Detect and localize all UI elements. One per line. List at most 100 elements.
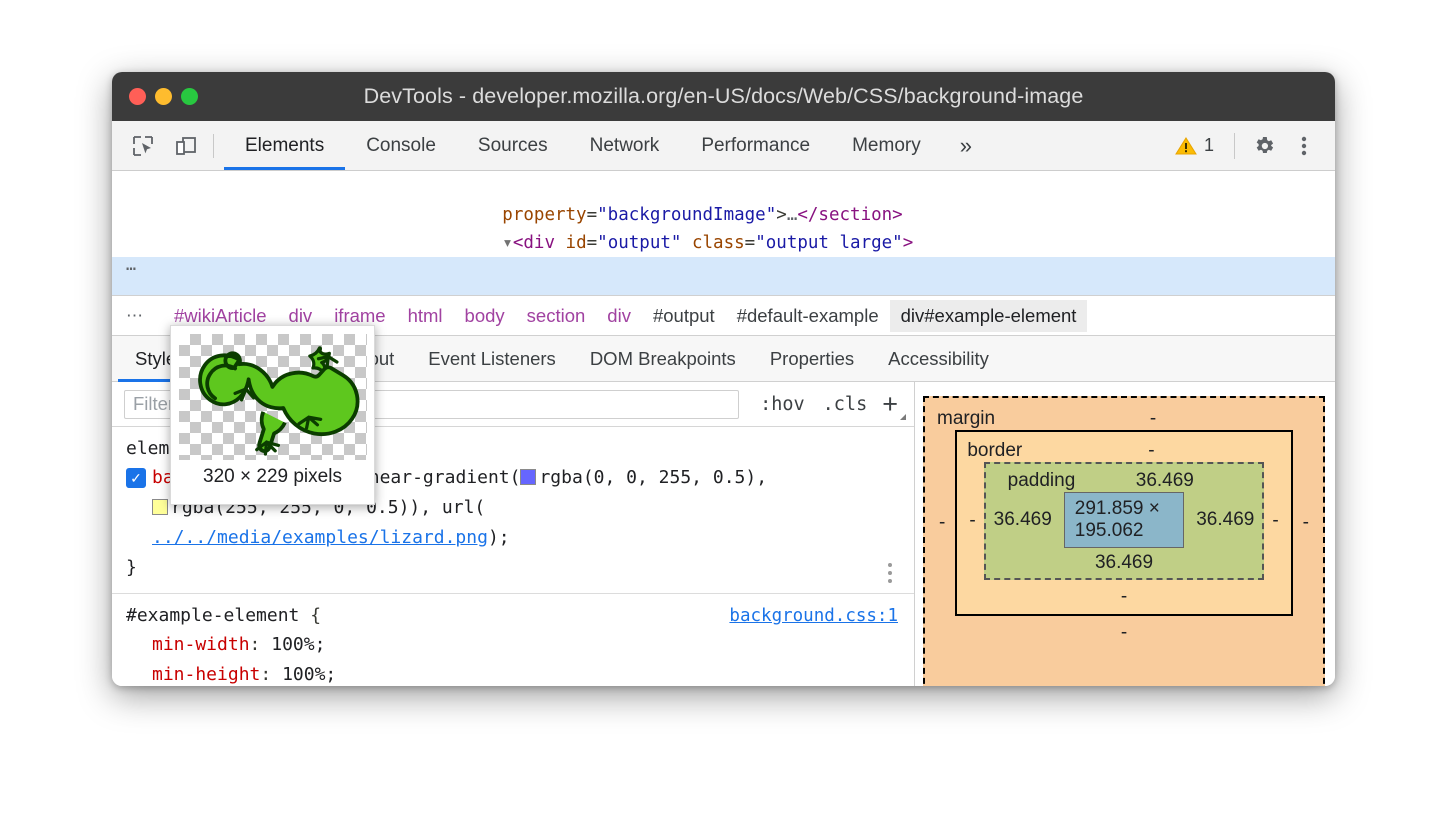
devtools-toolbar: Elements Console Sources Network Perform… — [112, 121, 1335, 171]
tab-accessibility[interactable]: Accessibility — [871, 336, 1006, 381]
check-icon: ✓ — [130, 463, 142, 493]
rule-source-link[interactable]: background.css:1 — [729, 602, 898, 630]
border-middle-row: - padding 36.469 36.469 291.85 — [967, 462, 1280, 580]
kebab-menu-icon[interactable] — [1287, 129, 1321, 163]
dom-row-menu-dots[interactable]: ⋯ — [126, 257, 138, 285]
border-bottom-value[interactable]: - — [967, 586, 1280, 608]
margin-header-row: margin - — [937, 408, 1311, 430]
declaration-checkbox[interactable]: ✓ — [126, 468, 146, 488]
tab-properties[interactable]: Properties — [753, 336, 871, 381]
breadcrumb-item-example-element[interactable]: div#example-element — [890, 300, 1088, 332]
dom-row[interactable]: ▾<section id="default-example"> — [112, 229, 1335, 257]
main-tab-bar: Elements Console Sources Network Perform… — [224, 121, 990, 170]
filter-placeholder: Filter — [133, 393, 174, 415]
declaration-terminator: ); — [488, 527, 510, 548]
tab-dom-breakpoints-label: DOM Breakpoints — [590, 348, 736, 370]
declaration-property[interactable]: min-height — [152, 664, 260, 685]
dom-row-selected[interactable]: ⋯<div id="example-element" style="backgr… — [112, 257, 1335, 285]
tab-memory[interactable]: Memory — [831, 121, 942, 170]
css-declaration[interactable]: min-width: 100%; — [112, 630, 914, 660]
tab-network[interactable]: Network — [569, 121, 681, 170]
box-model-content-size[interactable]: 291.859 × 195.062 — [1064, 492, 1184, 548]
breadcrumb-item-html[interactable]: html — [397, 300, 454, 332]
rule-kebab-menu-icon[interactable] — [888, 563, 892, 583]
declaration-value[interactable]: 100%; — [282, 664, 336, 685]
margin-label: margin — [937, 408, 995, 430]
border-label: border — [967, 440, 1022, 462]
hov-button[interactable]: :hov — [751, 391, 814, 418]
tab-event-listeners[interactable]: Event Listeners — [411, 336, 573, 381]
tab-performance[interactable]: Performance — [680, 121, 831, 170]
window-title: DevTools - developer.mozilla.org/en-US/d… — [112, 84, 1335, 109]
margin-middle-row: - border - - paddi — [937, 430, 1311, 616]
margin-top-value[interactable]: - — [995, 408, 1311, 430]
breadcrumb-overflow-icon[interactable]: ⋯ — [126, 306, 145, 326]
traffic-lights — [129, 88, 198, 105]
border-top-value[interactable]: - — [1022, 440, 1280, 462]
plus-icon: + — [882, 389, 898, 419]
tab-elements[interactable]: Elements — [224, 121, 345, 170]
minimize-button[interactable] — [155, 88, 172, 105]
padding-bottom-value[interactable]: 36.469 — [994, 552, 1255, 574]
gear-icon[interactable] — [1247, 129, 1281, 163]
tab-accessibility-label: Accessibility — [888, 348, 989, 370]
breadcrumb-item-output[interactable]: #output — [642, 300, 726, 332]
box-model-border[interactable]: border - - padding 36.469 — [955, 430, 1292, 616]
dom-row[interactable]: ▾<div id="output" class="output large"> — [112, 201, 1335, 229]
box-model-pane: margin - - border - - — [915, 382, 1335, 686]
declaration-colon: : — [260, 664, 271, 685]
tab-properties-label: Properties — [770, 348, 854, 370]
inspect-element-icon[interactable] — [126, 129, 160, 163]
lizard-svg-icon — [183, 336, 363, 460]
lizard-preview-image — [179, 334, 367, 460]
breadcrumb-item-div-2[interactable]: div — [596, 300, 642, 332]
breadcrumb-item-section[interactable]: section — [516, 300, 597, 332]
more-tabs-button[interactable]: » — [942, 121, 990, 170]
padding-left-value[interactable]: 36.469 — [994, 509, 1052, 531]
border-right-value[interactable]: - — [1264, 462, 1280, 580]
device-toolbar-icon[interactable] — [169, 129, 203, 163]
rule-close-brace: } — [112, 553, 914, 583]
color-swatch-blue[interactable] — [520, 469, 536, 485]
zoom-button[interactable] — [181, 88, 198, 105]
new-style-rule-button[interactable]: + — [876, 391, 908, 418]
lizard-url-link[interactable]: ../../media/examples/lizard.png — [152, 527, 488, 548]
close-button[interactable] — [129, 88, 146, 105]
toolbar-divider — [213, 134, 214, 158]
padding-right-value[interactable]: 36.469 — [1196, 509, 1254, 531]
tab-sources[interactable]: Sources — [457, 121, 569, 170]
color-swatch-yellow[interactable] — [152, 499, 168, 515]
rule-selector[interactable]: #example-element — [126, 605, 299, 626]
tab-performance-label: Performance — [701, 135, 810, 157]
padding-header-row: padding 36.469 — [994, 470, 1255, 492]
declaration-value-part-2[interactable]: rgba(0, 0, 255, 0.5), — [539, 467, 767, 488]
breadcrumb-item-body[interactable]: body — [454, 300, 516, 332]
tab-sources-label: Sources — [478, 135, 548, 157]
dom-tree[interactable]: property="backgroundImage">…</section> ▾… — [112, 171, 1335, 295]
tab-event-listeners-label: Event Listeners — [428, 348, 556, 370]
margin-right-value[interactable]: - — [1293, 430, 1311, 616]
css-declaration[interactable]: min-height: 100%; — [112, 660, 914, 686]
box-model-padding[interactable]: padding 36.469 36.469 291.859 × 195.062 … — [984, 462, 1265, 580]
cls-button[interactable]: .cls — [814, 391, 877, 418]
declaration-colon: : — [250, 634, 261, 655]
margin-bottom-value[interactable]: - — [937, 622, 1311, 644]
padding-top-value[interactable]: 36.469 — [1075, 470, 1254, 492]
css-rule-example-element[interactable]: #example-element { background.css:1 min-… — [112, 594, 914, 686]
box-model-diagram[interactable]: margin - - border - - — [923, 396, 1325, 686]
warning-indicator[interactable]: 1 — [1167, 135, 1222, 156]
toolbar-right-icons: 1 — [1167, 129, 1335, 163]
declaration-property[interactable]: min-width — [152, 634, 250, 655]
dom-row[interactable]: property="backgroundImage">…</section> — [112, 173, 1335, 201]
padding-middle-row: 36.469 291.859 × 195.062 36.469 — [994, 492, 1255, 548]
border-header-row: border - — [967, 440, 1280, 462]
declaration-value[interactable]: 100%; — [271, 634, 325, 655]
breadcrumb-item-default-example[interactable]: #default-example — [726, 300, 890, 332]
box-model-margin[interactable]: margin - - border - - — [923, 396, 1325, 686]
margin-left-value[interactable]: - — [937, 430, 955, 616]
border-left-value[interactable]: - — [967, 462, 983, 580]
tab-console[interactable]: Console — [345, 121, 457, 170]
tab-dom-breakpoints[interactable]: DOM Breakpoints — [573, 336, 753, 381]
dom-row-selected-cont[interactable]: gradient(rgba(0, 0, 255, 0.5), rgba(255,… — [112, 285, 1335, 295]
tab-network-label: Network — [590, 135, 660, 157]
